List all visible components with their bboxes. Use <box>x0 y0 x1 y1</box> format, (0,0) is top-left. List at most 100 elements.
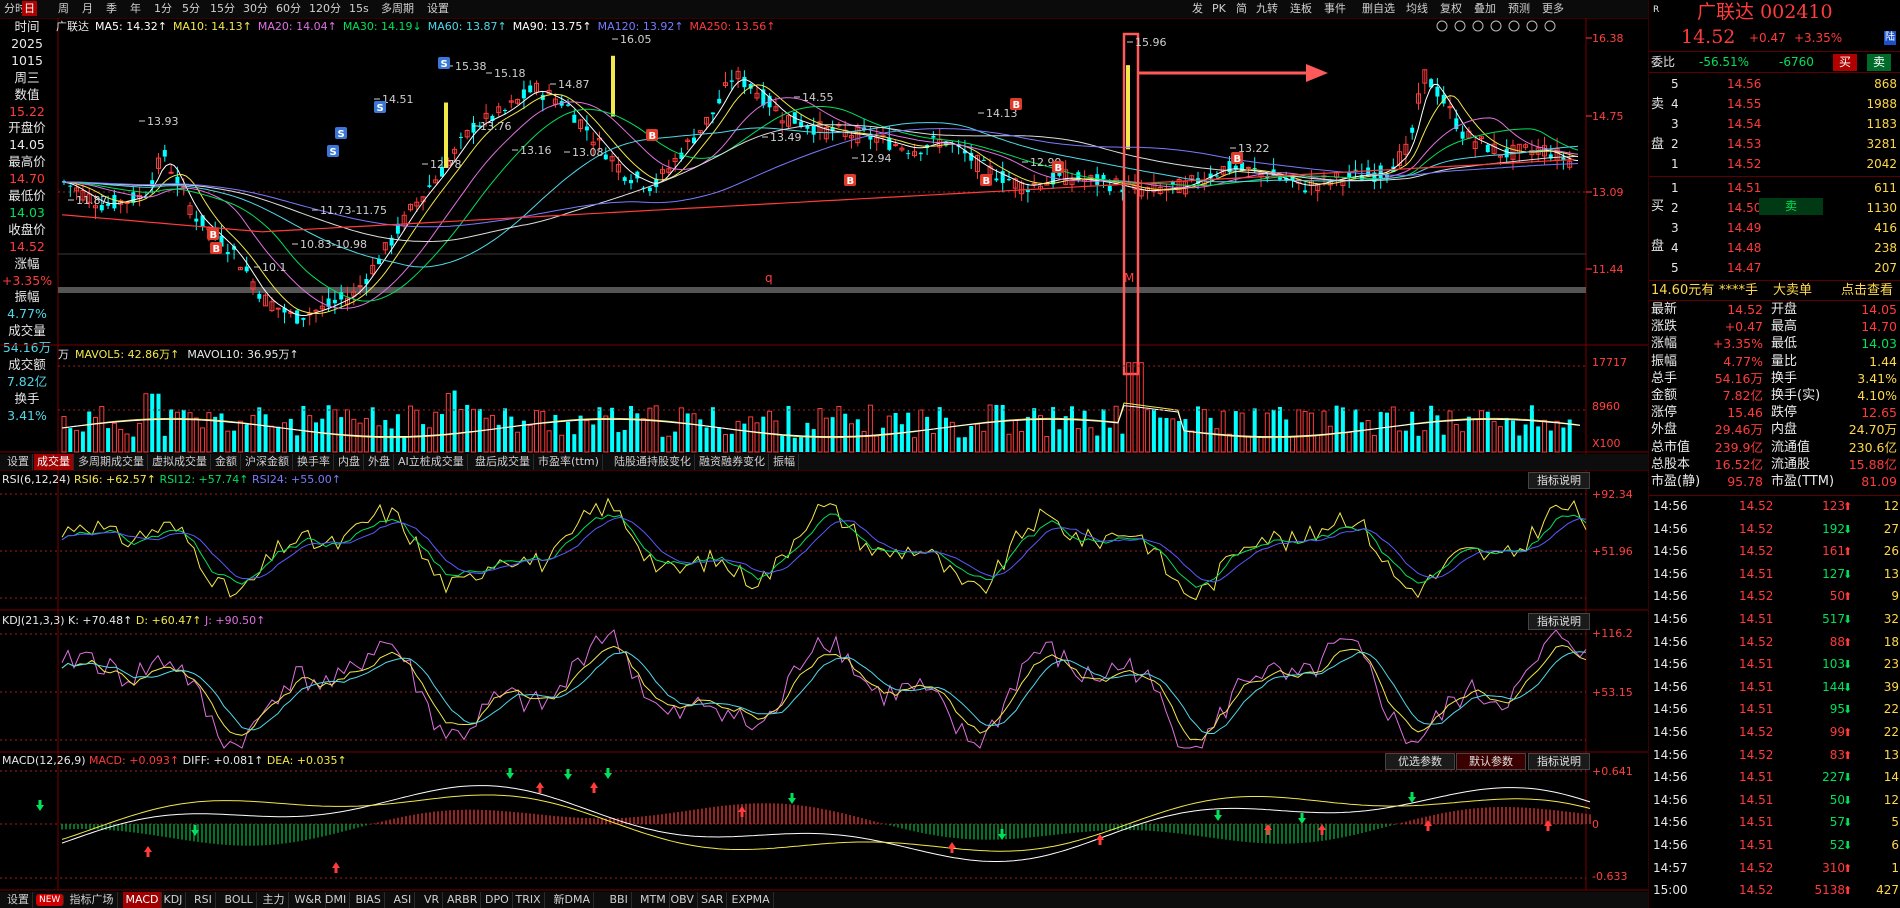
bid-price[interactable]: 14.50 <box>1727 200 1761 217</box>
indicator-tab-macd[interactable]: MACD <box>122 892 163 908</box>
indicator-tab-dpo[interactable]: DPO <box>482 892 513 908</box>
tick-count: 13 <box>1883 566 1899 581</box>
sell-signal-icon[interactable]: S <box>438 57 450 70</box>
subtab-5[interactable]: 沪深金额 <box>242 454 293 470</box>
plus-icon[interactable] <box>1544 20 1556 32</box>
subtab-1[interactable]: 成交量 <box>34 454 74 470</box>
arrow-down-icon <box>1298 813 1306 824</box>
subtab-7[interactable]: 内盘 <box>335 454 364 470</box>
candle-body <box>729 80 734 82</box>
optimize-params-button[interactable]: 优选参数 <box>1385 753 1455 770</box>
indicator-tab-vr[interactable]: VR <box>421 892 444 908</box>
ask-price[interactable]: 14.52 <box>1727 156 1761 173</box>
indicator-tab-rsi[interactable]: RSI <box>191 892 216 908</box>
indicator-tab-bias[interactable]: BIAS <box>353 892 385 908</box>
subtab-6[interactable]: 换手率 <box>294 454 334 470</box>
subtab-9[interactable]: AI立桩成交量 <box>395 454 468 470</box>
bid-price[interactable]: 14.49 <box>1727 220 1761 237</box>
indicator-tab-dmi[interactable]: DMI <box>322 892 351 908</box>
subtab-11[interactable]: 市盈率(ttm) <box>535 454 603 470</box>
bigorder-qty: ****手 <box>1719 283 1759 298</box>
ask-price[interactable]: 14.55 <box>1727 96 1761 113</box>
tick-price: 14.52 <box>1739 747 1774 762</box>
buy-signal-icon[interactable]: B <box>844 174 856 187</box>
swap-icon[interactable] <box>1472 20 1484 32</box>
subtab-3[interactable]: 虚拟成交量 <box>149 454 211 470</box>
ask-price[interactable]: 14.54 <box>1727 116 1761 133</box>
indicator-tab-mtm[interactable]: MTM <box>637 892 670 908</box>
volume-bar <box>546 430 552 453</box>
subtab-2[interactable]: 多周期成交量 <box>75 454 148 470</box>
tick-count: 32 <box>1883 612 1899 626</box>
buy-button[interactable]: 买 <box>1833 54 1857 71</box>
volume-bar <box>1252 408 1257 452</box>
volume-bar <box>704 427 709 452</box>
buy-signal-icon[interactable]: B <box>646 129 658 142</box>
indicator-tab-bbi[interactable]: BBI <box>607 892 632 908</box>
hand-icon[interactable] <box>1454 20 1466 32</box>
eye-icon[interactable] <box>1436 20 1448 32</box>
bigorder-type: 大卖单 <box>1773 283 1813 298</box>
rsi-help-button[interactable]: 指标说明 <box>1528 472 1590 489</box>
subtab-10[interactable]: 盘后成交量 <box>472 454 534 470</box>
volume-bar <box>678 407 684 453</box>
buy-signal-icon[interactable]: B <box>1010 98 1022 111</box>
bigorder-view-link[interactable]: 点击查看 <box>1841 282 1893 299</box>
indicator-tab-expma[interactable]: EXPMA <box>729 892 774 908</box>
volume-bar <box>1422 430 1428 453</box>
buy-signal-icon[interactable]: B <box>980 174 992 187</box>
volume-bar <box>1126 362 1132 453</box>
buy-signal-icon[interactable]: B <box>210 242 222 255</box>
buy-signal-icon[interactable]: B <box>1231 152 1243 165</box>
indicator-tab-x[interactable]: 指标广场 <box>67 892 118 908</box>
default-params-button[interactable]: 默认参数 <box>1456 753 1526 770</box>
price-annotation: 12.94 <box>860 152 892 165</box>
subtab-13[interactable]: 融资融券变化 <box>696 454 769 470</box>
indicator-tab-boll[interactable]: BOLL <box>222 892 257 908</box>
bid-price[interactable]: 14.47 <box>1727 260 1761 277</box>
indicator-tab-asi[interactable]: ASI <box>391 892 416 908</box>
buy-signal-icon[interactable]: B <box>207 228 219 241</box>
ask-price[interactable]: 14.53 <box>1727 136 1761 153</box>
indicator-tab-trix[interactable]: TRIX <box>513 892 545 908</box>
kdj-axis-label: +116.2 <box>1592 627 1633 640</box>
indicator-tab-obv[interactable]: OBV <box>668 892 698 908</box>
volume-bar <box>314 422 318 452</box>
undo-icon[interactable] <box>1490 20 1502 32</box>
kdj-help-button[interactable]: 指标说明 <box>1528 613 1590 630</box>
tick-price: 14.52 <box>1739 521 1774 536</box>
indicator-tab-x[interactable]: 主力 <box>260 892 289 908</box>
subtab-14[interactable]: 振幅 <box>770 454 799 470</box>
subtab-12[interactable]: 陆股通持股变化 <box>611 454 695 470</box>
sell-signal-icon[interactable]: S <box>335 127 347 140</box>
indicator-tab-w-r[interactable]: W&R <box>292 892 326 908</box>
minus-icon[interactable] <box>1526 20 1538 32</box>
indicator-tab-arbr[interactable]: ARBR <box>444 892 482 908</box>
macd-axis-label: +0.641 <box>1592 765 1633 778</box>
macd-help-button[interactable]: 指标说明 <box>1528 753 1590 770</box>
sell-button[interactable]: 卖 <box>1867 54 1891 71</box>
grid-icon[interactable] <box>1508 20 1520 32</box>
subtab-8[interactable]: 外盘 <box>365 454 394 470</box>
indicator-tab-x[interactable]: 设置 <box>4 892 33 908</box>
indicator-tab-kdj[interactable]: KDJ <box>161 892 187 908</box>
sell-signal-icon[interactable]: S <box>327 145 339 158</box>
subtab-0[interactable]: 设置 <box>4 454 33 470</box>
arrow-up-icon: ⬆ <box>1843 884 1853 898</box>
volume-bar <box>1063 416 1068 452</box>
bid-price[interactable]: 14.51 <box>1727 180 1761 197</box>
volume-bar <box>383 420 388 452</box>
buy-signal-icon[interactable]: B <box>1052 161 1064 174</box>
subtab-4[interactable]: 金额 <box>212 454 241 470</box>
volume-bar <box>288 418 293 452</box>
indicator-tab-sar[interactable]: SAR <box>698 892 728 908</box>
tick-volume: 127 <box>1822 566 1845 581</box>
price-annotation: 16.05 <box>620 33 652 46</box>
ask-price[interactable]: 14.56 <box>1727 76 1761 93</box>
indicator-tab-dma[interactable]: 新DMA <box>551 892 594 908</box>
volume-axis-label: 17717 <box>1592 356 1627 369</box>
bid-price[interactable]: 14.48 <box>1727 240 1761 257</box>
indicator-tab-new[interactable]: NEW <box>36 894 65 906</box>
volume-bar <box>1214 428 1220 453</box>
sell-signal-icon[interactable]: S <box>374 101 386 114</box>
